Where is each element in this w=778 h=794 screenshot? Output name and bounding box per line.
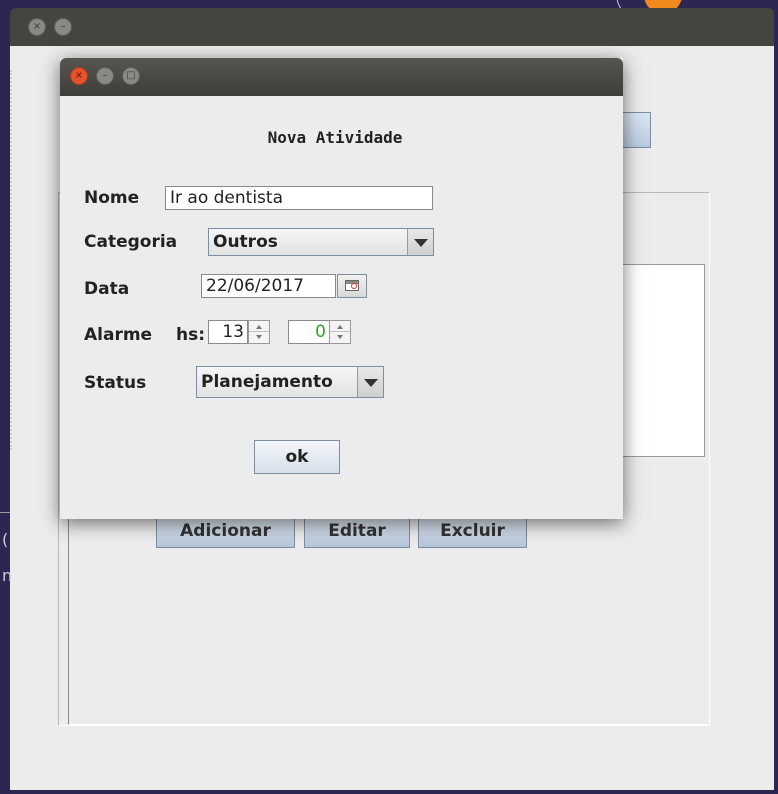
- hour-spinner-input[interactable]: 13: [208, 320, 248, 344]
- clipped-text-fragment: (: [2, 530, 9, 549]
- chevron-down-icon[interactable]: [357, 367, 383, 397]
- spinner-up-icon[interactable]: [330, 321, 350, 332]
- data-label: Data: [84, 279, 130, 299]
- categoria-selected-value: Outros: [213, 232, 278, 252]
- minimize-icon: –: [60, 21, 66, 32]
- activity-list[interactable]: [612, 264, 705, 457]
- left-divider: [0, 512, 10, 513]
- clipped-text-fragment: n: [2, 566, 13, 585]
- spinner-down-icon[interactable]: [330, 332, 350, 343]
- hs-label: hs:: [176, 325, 206, 345]
- dialog-minimize-button[interactable]: –: [96, 67, 114, 85]
- minimize-icon: –: [102, 70, 108, 81]
- spinner-down-icon[interactable]: [249, 332, 269, 343]
- window-edge-dotted: [10, 70, 14, 450]
- minute-spinner-input[interactable]: 0: [288, 320, 330, 344]
- dialog-close-button[interactable]: ×: [70, 67, 88, 85]
- main-minimize-button[interactable]: –: [54, 18, 72, 36]
- main-close-button[interactable]: ×: [28, 18, 46, 36]
- spinner-up-icon[interactable]: [249, 321, 269, 332]
- main-window-titlebar: × –: [10, 8, 774, 46]
- hour-spinner[interactable]: [248, 320, 270, 344]
- nome-label: Nome: [84, 188, 140, 208]
- status-selected-value: Planejamento: [201, 372, 333, 392]
- minute-spinner[interactable]: [329, 320, 351, 344]
- dialog-maximize-button[interactable]: □: [122, 67, 140, 85]
- maximize-icon: □: [126, 70, 136, 81]
- status-select[interactable]: Planejamento: [196, 366, 384, 398]
- alarme-label: Alarme: [84, 325, 153, 345]
- editar-button[interactable]: Editar: [304, 514, 410, 548]
- categoria-select[interactable]: Outros: [208, 228, 434, 256]
- close-icon: ×: [32, 21, 42, 32]
- nome-field[interactable]: Ir ao dentista: [165, 186, 433, 210]
- data-field[interactable]: 22/06/2017: [201, 274, 336, 298]
- dialog-body: [60, 96, 623, 519]
- adicionar-button[interactable]: Adicionar: [156, 514, 295, 548]
- status-label: Status: [84, 373, 147, 393]
- dialog-titlebar: × – □: [60, 58, 623, 96]
- calendar-button[interactable]: [337, 274, 367, 298]
- dialog-heading: Nova Atividade: [267, 128, 403, 147]
- categoria-label: Categoria: [84, 232, 178, 252]
- chevron-down-icon[interactable]: [407, 229, 433, 255]
- ok-button[interactable]: ok: [254, 440, 340, 474]
- close-icon: ×: [74, 70, 84, 81]
- excluir-button[interactable]: Excluir: [418, 514, 527, 548]
- calendar-icon: [345, 280, 359, 291]
